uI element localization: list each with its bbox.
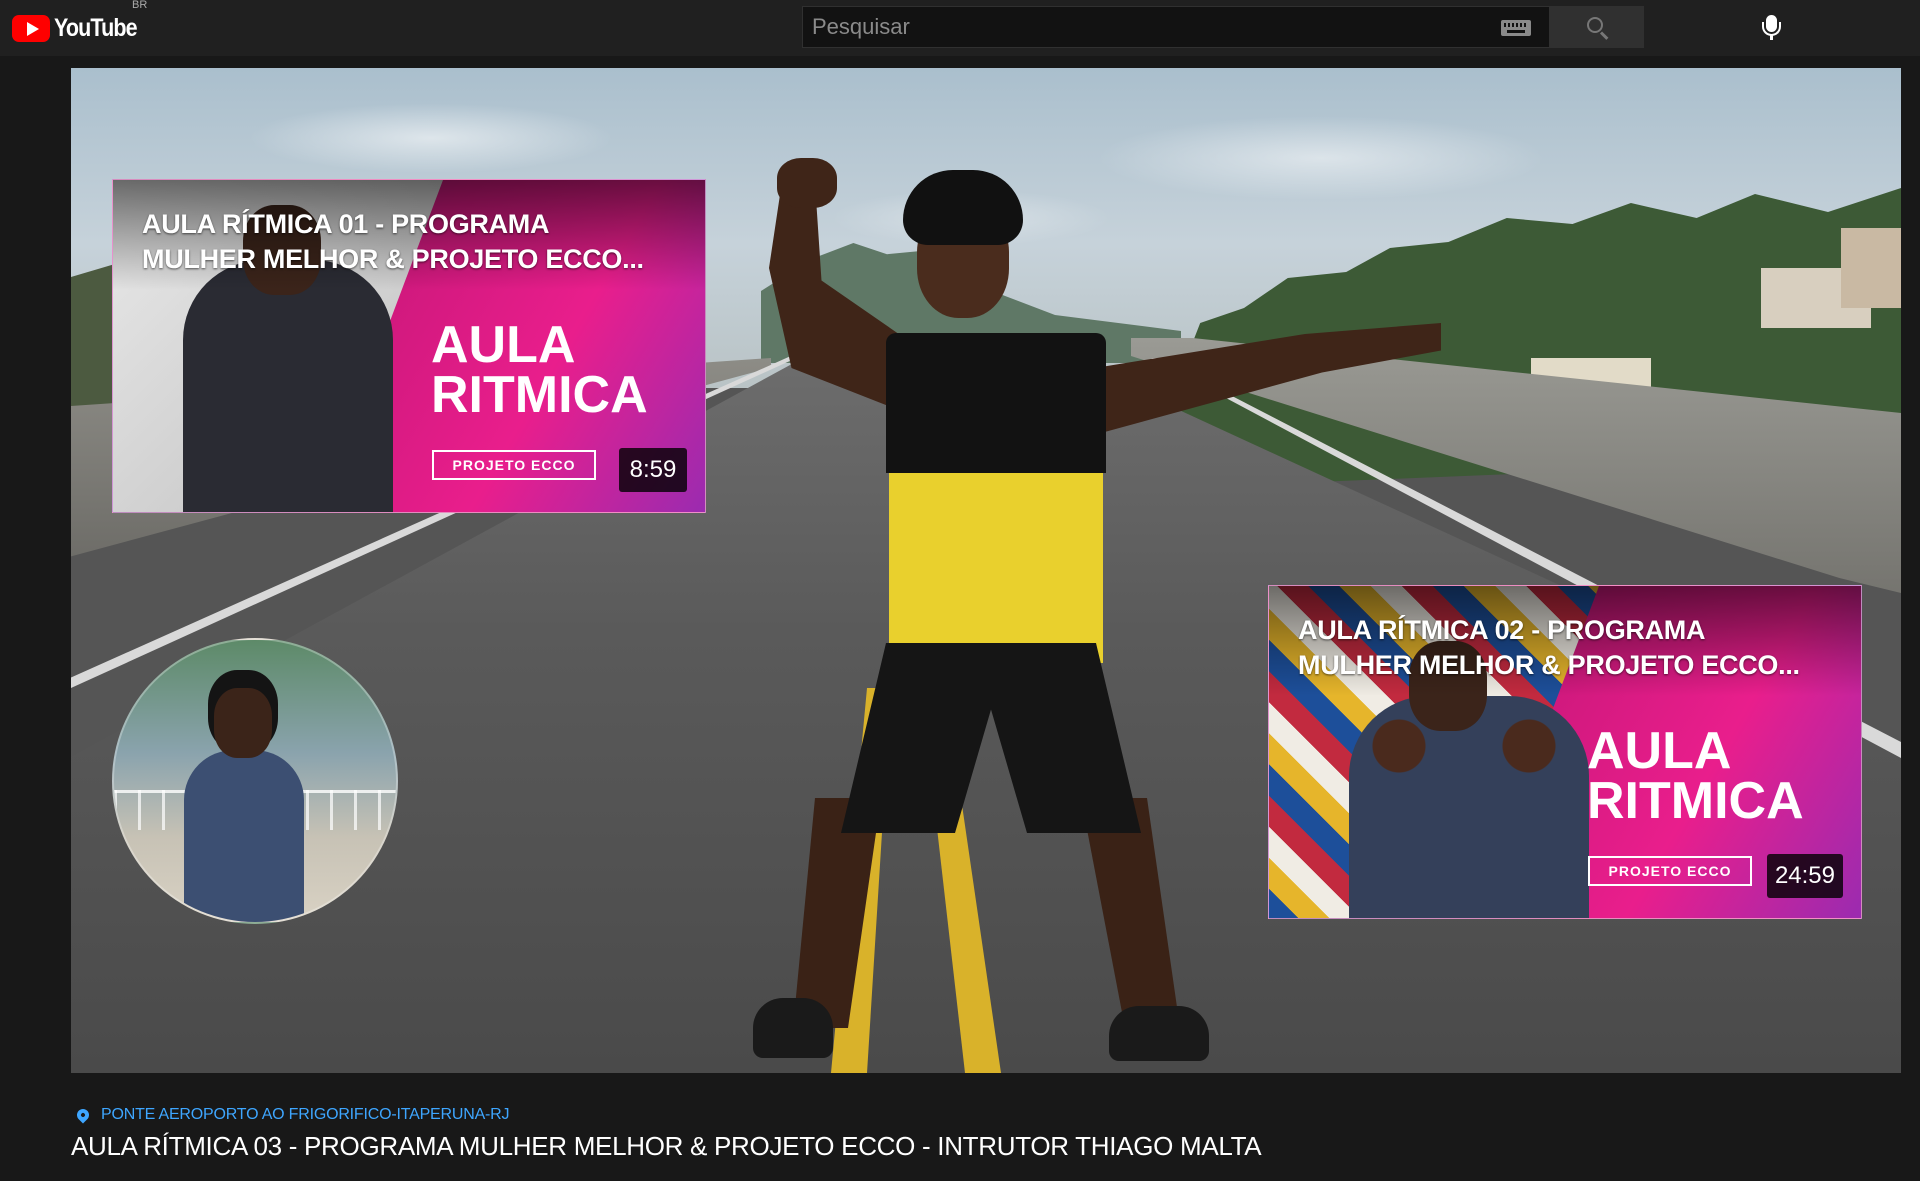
card-thumbnail-person	[183, 205, 393, 512]
card-duration: 24:59	[1766, 854, 1843, 898]
youtube-logo[interactable]: YouTube	[12, 12, 150, 44]
card-brand-label: PROJETO ECCO	[1588, 856, 1752, 886]
channel-avatar-person	[184, 688, 304, 922]
card-duration: 8:59	[619, 448, 687, 492]
endscreen-video-card-1[interactable]: AULA RÍTMICA 01 - PROGRAMA MULHER MELHOR…	[112, 179, 706, 513]
video-title: AULA RÍTMICA 03 - PROGRAMA MULHER MELHOR…	[71, 1131, 1262, 1161]
location-text: PONTE AEROPORTO AO FRIGORIFICO-ITAPERUNA…	[101, 1106, 510, 1123]
video-location-link[interactable]: PONTE AEROPORTO AO FRIGORIFICO-ITAPERUNA…	[71, 1104, 510, 1126]
country-code: BR	[132, 0, 148, 11]
dancer	[691, 98, 1441, 1061]
search-bar	[802, 6, 1644, 48]
search-input[interactable]	[803, 7, 1549, 47]
search-box	[802, 6, 1550, 48]
card-title: AULA RÍTMICA 02 - PROGRAMA MULHER MELHOR…	[1298, 615, 1800, 680]
search-icon	[1587, 17, 1603, 33]
keyboard-icon[interactable]	[1501, 20, 1531, 36]
card-thumbnail-person	[1349, 641, 1589, 918]
masthead: YouTube BR	[0, 0, 1920, 56]
endscreen-channel-avatar[interactable]	[112, 638, 398, 924]
card-title: AULA RÍTMICA 01 - PROGRAMA MULHER MELHOR…	[142, 209, 644, 274]
mic-icon	[1762, 15, 1781, 40]
card-big-label: AULA RITMICA	[431, 316, 648, 424]
youtube-play-icon	[12, 14, 50, 42]
card-big-label: AULA RITMICA	[1587, 722, 1804, 830]
voice-search-button[interactable]	[1756, 12, 1788, 44]
location-pin-icon	[74, 1106, 92, 1124]
search-button[interactable]	[1550, 6, 1644, 48]
endscreen-video-card-2[interactable]: AULA RÍTMICA 02 - PROGRAMA MULHER MELHOR…	[1268, 585, 1862, 919]
card-brand-label: PROJETO ECCO	[432, 450, 596, 480]
video-player[interactable]: AULA RÍTMICA 01 - PROGRAMA MULHER MELHOR…	[71, 68, 1901, 1073]
logo-text: YouTube	[54, 13, 138, 42]
